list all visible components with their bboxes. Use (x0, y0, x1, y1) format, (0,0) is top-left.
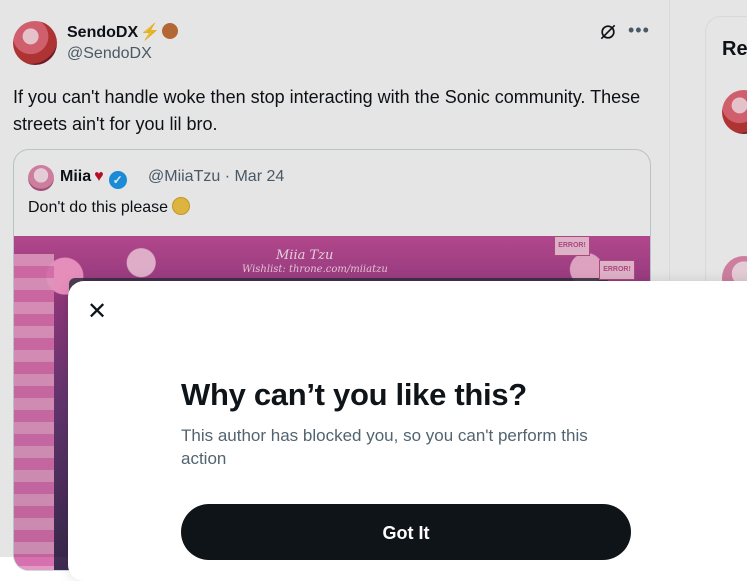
dialog-title: Why can’t you like this? (181, 377, 527, 412)
close-icon[interactable]: ✕ (86, 300, 108, 324)
dialog-body: This author has blocked you, so you can'… (181, 426, 588, 468)
got-it-button[interactable]: Got It (181, 504, 631, 560)
blocked-like-dialog: ✕ Why can’t you like this? This author h… (68, 281, 747, 581)
